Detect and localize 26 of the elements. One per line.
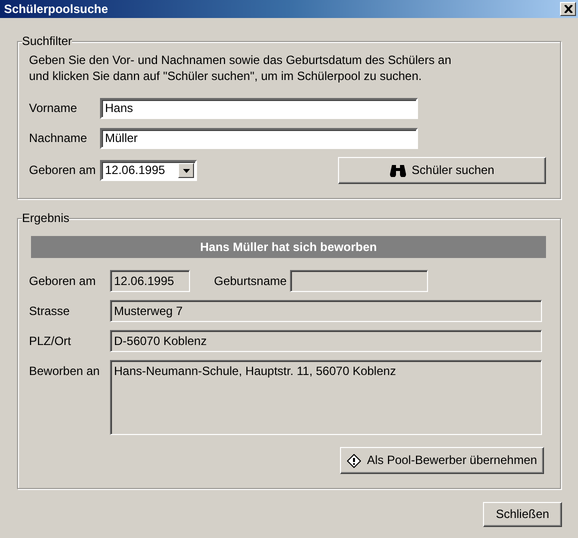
- readonly-field: 12.06.1995: [110, 270, 190, 292]
- result-banner: Hans Müller hat sich beworben: [31, 236, 546, 258]
- input-field[interactable]: Hans: [100, 98, 418, 119]
- close-icon[interactable]: [560, 2, 576, 16]
- readonly-field: Hans-Neumann-Schule, Hauptstr. 11, 56070 Koblenz: [110, 360, 542, 435]
- field-label: Nachname: [29, 131, 88, 146]
- field-label: Geboren am: [29, 274, 97, 288]
- date-dropdown[interactable]: 12.06.1995: [100, 160, 197, 181]
- group-label: Ergebnis: [22, 211, 70, 225]
- input-field[interactable]: Müller: [100, 128, 418, 149]
- field-label: Vorname: [29, 101, 78, 116]
- window-title: Schülerpoolsuche: [4, 2, 108, 16]
- field-label: Strasse: [29, 304, 71, 318]
- instruction-text: Geben Sie den Vor- und Nachnamen sowie das Geburtsdatum des Schülers an und klicken Sie dann auf "Schüler suchen", um im Schülerpool zu suchen.: [28, 52, 452, 84]
- diamond-icon: [346, 454, 361, 468]
- adopt-button[interactable]: Als Pool-Bewerber übernehmen: [340, 447, 544, 474]
- field-label: PLZ/Ort: [29, 334, 72, 348]
- field-label: Geburtsname: [214, 274, 288, 288]
- group-label: Suchfilter: [22, 34, 72, 48]
- binoculars-icon: [390, 164, 406, 177]
- field-label: Geboren am: [29, 163, 97, 178]
- search-button[interactable]: Schüler suchen: [338, 157, 546, 184]
- close-button[interactable]: Schließen: [483, 502, 562, 527]
- field-label: Beworben an: [29, 363, 101, 378]
- readonly-field: D-56070 Koblenz: [110, 330, 542, 352]
- readonly-field: Musterweg 7: [110, 300, 542, 322]
